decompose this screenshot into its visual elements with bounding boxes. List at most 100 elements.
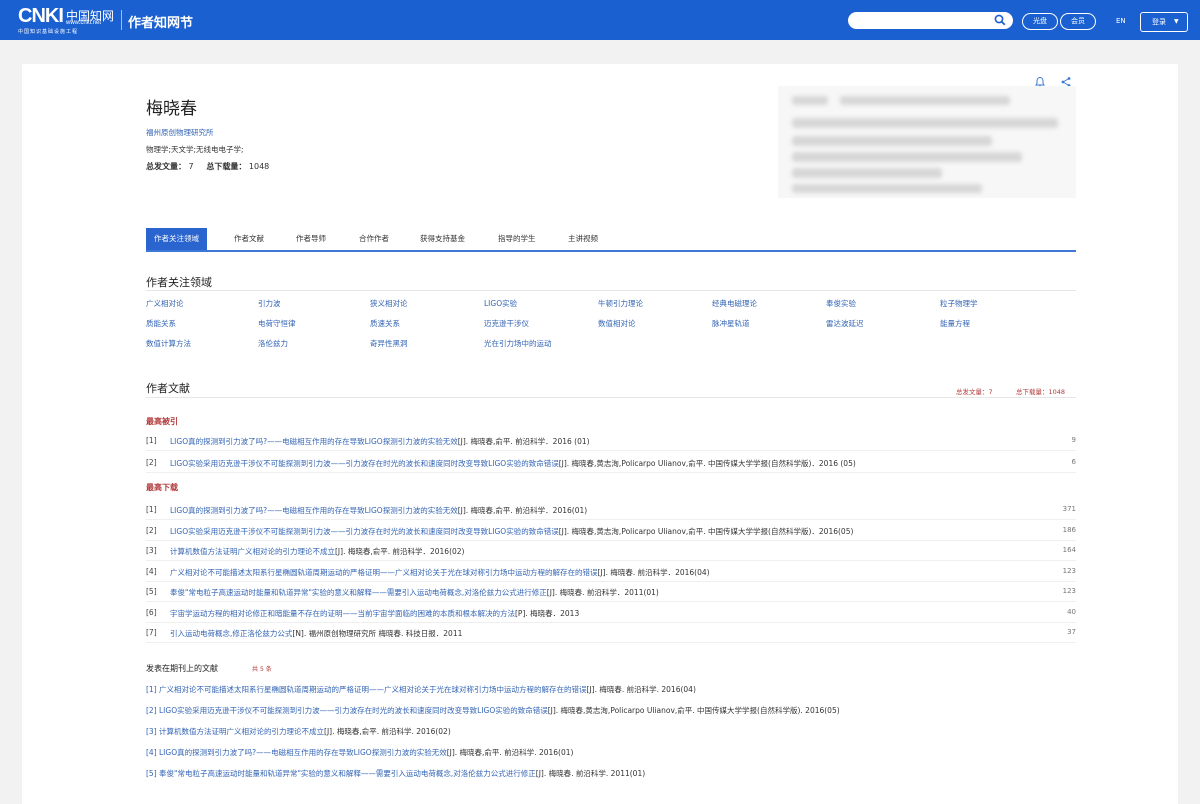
table-row: [2] LIGO实验采用迈克逊干涉仪不可能探测到引力波——引力波存在时光的波长和速…: [146, 526, 1076, 544]
row-title[interactable]: 奉俊"常电粒子高速运动时能量和轨道异常"实验的意义和解释——需要引入运动电荷概念…: [170, 587, 659, 598]
journal-count-value: 5: [259, 666, 264, 673]
cnki-logo[interactable]: CNKI 中国知网 www.cnki.net 中国知识基础设施工程: [18, 5, 122, 35]
row-meta: [J]. 梅晓春,俞平. 前沿科学．2016(02): [335, 547, 465, 556]
row-count: 186: [1062, 525, 1076, 534]
keyword-link[interactable]: 数值计算方法: [146, 338, 191, 349]
row-title[interactable]: LIGO实验采用迈克逊干涉仪不可能探测到引力波——引力波存在时光的波长和速度同时…: [170, 526, 853, 537]
tab-students[interactable]: 指导的学生: [498, 228, 536, 250]
keyword-link[interactable]: 光在引力场中的运动: [484, 338, 552, 349]
tab-funds[interactable]: 获得支持基金: [420, 228, 465, 250]
journal-count-prefix: 共: [252, 666, 259, 673]
tab-bar: 作者关注领域 作者文献 作者导师 合作作者 获得支持基金 指导的学生 主讲视频: [146, 228, 1076, 252]
blurred-info-panel: [778, 86, 1076, 198]
row-divider: [146, 472, 1076, 473]
keyword-link[interactable]: 经典电磁理论: [712, 298, 757, 309]
channel-title: 作者知网节: [128, 16, 194, 31]
works-divider: [146, 397, 1076, 398]
keyword-link[interactable]: 引力波: [258, 298, 281, 309]
tab-videos[interactable]: 主讲视频: [568, 228, 598, 250]
logo-subtitle: 中国知识基础设施工程: [18, 29, 79, 35]
row-number: [3]: [146, 546, 157, 555]
row-meta: [J]. 梅晓春,俞平. 前沿科学．2016(01): [457, 506, 588, 515]
login-button[interactable]: 登录 ▼: [1140, 12, 1188, 32]
list-item[interactable]: [3] 计算机数值方法证明广义相对论的引力理论不成立[J]. 梅晓春,俞平. 前…: [146, 726, 451, 737]
row-meta: [J]. 梅晓春,黄志洵,Policarpo Ulianov,俞平. 中国传媒大…: [558, 459, 856, 468]
row-divider: [146, 450, 1076, 451]
row-count: 37: [1067, 628, 1076, 636]
table-row: [1] LIGO真的探测到引力波了吗?——电磁相互作用的存在导致LIGO探测引力波…: [146, 505, 1076, 523]
table-row: [5] 奉俊"常电粒子高速运动时能量和轨道异常"实验的意义和解释——需要引入运动电…: [146, 587, 1076, 605]
pub-meta: [J]. 梅晓春. 前沿科学. 2011(01): [535, 769, 646, 778]
keyword-link[interactable]: 奇异性黑洞: [370, 338, 408, 349]
tab-focus[interactable]: 作者关注领域: [146, 228, 207, 250]
row-number: [5]: [146, 587, 157, 596]
keyword-link[interactable]: 数值相对论: [598, 318, 636, 329]
most-downloaded-label: 最高下载: [146, 483, 178, 492]
row-title-text: 引入运动电荷概念,修正洛伦兹力公式: [170, 629, 293, 638]
disc-button[interactable]: 光盘: [1022, 13, 1058, 30]
row-divider: [146, 539, 1076, 541]
row-title[interactable]: 计算机数值方法证明广义相对论的引力理论不成立[J]. 梅晓春,俞平. 前沿科学．…: [170, 546, 464, 557]
row-divider: [146, 642, 1076, 643]
keyword-link[interactable]: 狭义相对论: [370, 298, 408, 309]
logo-text: CNKI: [18, 5, 64, 27]
row-number: [6]: [146, 607, 157, 617]
member-button[interactable]: 会员: [1060, 13, 1096, 30]
row-title[interactable]: LIGO真的探测到引力波了吗?——电磁相互作用的存在导致LIGO探测引力波的实验…: [170, 505, 587, 516]
keyword-link[interactable]: 牛顿引力理论: [598, 298, 643, 309]
row-title-text: 奉俊"常电粒子高速运动时能量和轨道异常"实验的意义和解释——需要引入运动电荷概念…: [170, 588, 547, 597]
keyword-link[interactable]: 广义相对论: [146, 298, 184, 309]
row-title[interactable]: LIGO实验采用迈克逊干涉仪不可能探测到引力波——引力波存在时光的波长和速度同时…: [170, 458, 856, 469]
list-item[interactable]: [2] LIGO实验采用迈克逊干涉仪不可能探测到引力波——引力波存在时光的波长和…: [146, 705, 840, 716]
row-divider: [146, 601, 1076, 602]
table-row: [2] LIGO实验采用迈克逊干涉仪不可能探测到引力波——引力波存在时光的波长和速…: [146, 458, 1076, 476]
list-item[interactable]: [5] 奉俊"常电粒子高速运动时能量和轨道异常"实验的意义和解释——需要引入运动…: [146, 768, 645, 779]
tab-works[interactable]: 作者文献: [234, 228, 264, 250]
row-count: 9: [1071, 436, 1076, 444]
search-icon[interactable]: [994, 14, 1006, 26]
keyword-link[interactable]: 脉冲星轨道: [712, 318, 750, 329]
row-title[interactable]: 引入运动电荷概念,修正洛伦兹力公式[N]. 福州原创物理研究所 梅晓春. 科技日…: [170, 628, 462, 639]
table-row: [6] 宇宙学运动方程的相对论修正和暗能量不存在的证明——当前宇宙学面临的困难的本…: [146, 608, 1076, 626]
row-number: [1]: [146, 505, 157, 514]
row-meta: [J]. 梅晓春,俞平. 前沿科学．2016 (01): [457, 437, 590, 446]
keyword-link[interactable]: 雷达波延迟: [826, 318, 864, 329]
tab-mentor[interactable]: 作者导师: [296, 228, 326, 250]
row-title[interactable]: 宇宙学运动方程的相对论修正和暗能量不存在的证明——当前宇宙学面临的困难的本质和根…: [170, 608, 579, 619]
keyword-link[interactable]: 迈克逊干涉仪: [484, 318, 529, 329]
row-meta: [N]. 福州原创物理研究所 梅晓春. 科技日报．2011: [292, 629, 463, 638]
search-input[interactable]: [848, 12, 1013, 29]
row-divider: [146, 519, 1076, 520]
row-divider: [146, 621, 1076, 623]
row-divider: [146, 580, 1076, 582]
keyword-link[interactable]: LIGO实验: [484, 298, 517, 309]
row-title[interactable]: 广义相对论不可能描述太阳系行星椭圆轨道周期运动的严格证明——广义相对论关于光在球…: [170, 567, 710, 578]
list-item[interactable]: [1] 广义相对论不可能描述太阳系行星椭圆轨道周期运动的严格证明——广义相对论关…: [146, 684, 696, 695]
row-title[interactable]: LIGO真的探测到引力波了吗?——电磁相互作用的存在导致LIGO探测引力波的实验…: [170, 436, 590, 447]
main-card: 梅晓春 福州原创物理研究所 物理学;天文学;无线电电子学; 总发文量： 7 总下…: [22, 64, 1178, 804]
keyword-link[interactable]: 电荷守恒律: [258, 318, 296, 329]
stat-pub-label: 总发文量：: [146, 162, 186, 171]
keyword-link[interactable]: 能量方程: [940, 318, 970, 329]
keyword-link[interactable]: 粒子物理学: [940, 298, 978, 309]
stat-pub-value: 7: [188, 162, 194, 171]
journal-count: 共 5 条: [252, 664, 272, 673]
table-row: [1] LIGO真的探测到引力波了吗?——电磁相互作用的存在导致LIGO探测引力波…: [146, 436, 1076, 454]
language-link[interactable]: EN: [1116, 17, 1126, 25]
works-section-title: 作者文献: [146, 382, 190, 395]
keyword-link[interactable]: 质速关系: [370, 318, 400, 329]
keyword-link[interactable]: 质能关系: [146, 318, 176, 329]
tab-coauthors[interactable]: 合作作者: [359, 228, 389, 250]
chevron-down-icon: ▼: [1174, 18, 1179, 25]
pub-meta: [J]. 梅晓春,俞平. 前沿科学. 2016(02): [324, 727, 451, 736]
row-title-text: LIGO真的探测到引力波了吗?——电磁相互作用的存在导致LIGO探测引力波的实验…: [170, 437, 458, 446]
author-stats: 总发文量： 7 总下载量： 1048: [146, 161, 269, 172]
keyword-link[interactable]: 奉俊实验: [826, 298, 856, 309]
keyword-link[interactable]: 洛伦兹力: [258, 338, 288, 349]
row-number: [2]: [146, 525, 157, 535]
author-institution[interactable]: 福州原创物理研究所: [146, 127, 214, 138]
row-number: [4]: [146, 566, 157, 576]
pub-title-text: [2] LIGO实验采用迈克逊干涉仪不可能探测到引力波——引力波存在时光的波长和…: [146, 706, 548, 715]
list-item[interactable]: [4] LIGO真的探测到引力波了吗?——电磁相互作用的存在导致LIGO探测引力…: [146, 747, 573, 758]
stat-dl-value: 1048: [248, 162, 270, 171]
